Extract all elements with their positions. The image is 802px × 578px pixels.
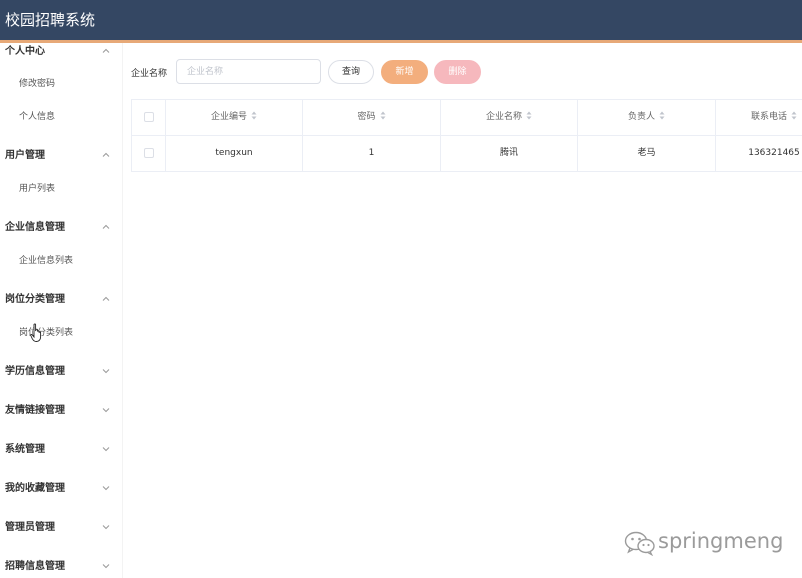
chevron-down-icon — [101, 556, 111, 569]
sidebar-item-company-list[interactable]: 企业信息列表 — [0, 250, 122, 270]
table-header-row: 企业编号 密码 企业名称 负责人 联系电话 — [132, 100, 802, 136]
sort-icon[interactable] — [791, 111, 797, 120]
wechat-icon — [624, 531, 655, 556]
sidebar-group-system-management[interactable]: 系统管理 — [0, 437, 122, 457]
cell-phone: 136321465 — [748, 148, 800, 158]
cell-password: 1 — [303, 136, 441, 172]
chevron-up-icon — [101, 43, 111, 53]
sidebar-group-user-management[interactable]: 用户管理 — [0, 143, 122, 163]
chevron-up-icon — [101, 217, 111, 229]
sidebar-group-label: 友情链接管理 — [5, 405, 65, 416]
cell-company-id: tengxun — [166, 136, 303, 172]
sidebar-group-friend-link-management[interactable]: 友情链接管理 — [0, 398, 122, 418]
sort-icon[interactable] — [380, 111, 386, 120]
column-header-company-id[interactable]: 企业编号 — [166, 100, 303, 136]
sidebar-group-education-management[interactable]: 学历信息管理 — [0, 359, 122, 379]
chevron-up-icon — [101, 145, 111, 157]
sidebar-group-label: 管理员管理 — [5, 522, 55, 533]
select-all-checkbox[interactable] — [143, 111, 154, 122]
sidebar: 个人中心 修改密码 个人信息 用户管理 用户列表 企业信息管理 企业信息列表 岗… — [0, 43, 123, 578]
company-name-label: 企业名称 — [131, 69, 168, 79]
sidebar-item-label: 用户列表 — [19, 184, 56, 194]
sidebar-item-label: 岗位分类列表 — [19, 328, 74, 338]
column-header-label: 联系电话 — [750, 112, 787, 122]
sidebar-item-label: 修改密码 — [19, 79, 56, 89]
sidebar-item-change-password[interactable]: 修改密码 — [0, 73, 122, 93]
sidebar-group-label: 我的收藏管理 — [5, 483, 65, 494]
column-header-label: 负责人 — [627, 112, 655, 122]
sidebar-group-label: 招聘信息管理 — [5, 561, 65, 572]
chevron-down-icon — [101, 361, 111, 374]
sidebar-item-personal-info[interactable]: 个人信息 — [0, 106, 122, 126]
app-title: 校园招聘系统 — [5, 11, 96, 29]
delete-button[interactable]: 删除 — [434, 60, 481, 84]
cell-contact-person: 老马 — [578, 136, 716, 172]
sidebar-group-label: 学历信息管理 — [5, 366, 65, 377]
sort-icon[interactable] — [251, 111, 257, 120]
sidebar-group-recruitment-management[interactable]: 招聘信息管理 — [0, 554, 122, 574]
company-name-input[interactable] — [176, 59, 321, 84]
sidebar-item-user-list[interactable]: 用户列表 — [0, 178, 122, 198]
add-button[interactable]: 新增 — [381, 60, 428, 84]
sidebar-group-label: 岗位分类管理 — [5, 294, 65, 305]
sidebar-group-label: 个人中心 — [5, 46, 45, 57]
watermark-text: springmeng — [658, 529, 784, 553]
column-header-password[interactable]: 密码 — [303, 100, 441, 136]
sidebar-group-admin-management[interactable]: 管理员管理 — [0, 515, 122, 535]
sidebar-group-label: 企业信息管理 — [5, 222, 65, 233]
chevron-up-icon — [101, 289, 111, 301]
sidebar-item-job-category-list[interactable]: 岗位分类列表 — [0, 322, 122, 342]
column-header-contact-person[interactable]: 负责人 — [578, 100, 716, 136]
top-bar: 校园招聘系统 — [0, 0, 802, 40]
chevron-down-icon — [101, 439, 111, 452]
row-checkbox[interactable] — [143, 147, 154, 158]
table-row[interactable]: tengxun 1 腾讯 老马 136321465 — [132, 136, 802, 172]
company-table: 企业编号 密码 企业名称 负责人 联系电话 tengxun 1 腾讯 老马 13… — [131, 99, 802, 172]
sidebar-item-label: 个人信息 — [19, 112, 56, 122]
row-checkbox-cell — [132, 136, 166, 172]
sidebar-group-company-management[interactable]: 企业信息管理 — [0, 215, 122, 235]
sidebar-item-label: 企业信息列表 — [19, 256, 74, 266]
chevron-down-icon — [101, 478, 111, 491]
chevron-down-icon — [101, 517, 111, 530]
header-checkbox-cell — [132, 100, 166, 136]
column-header-label: 企业名称 — [485, 112, 522, 122]
sidebar-group-label: 系统管理 — [5, 444, 45, 455]
sidebar-group-job-category-management[interactable]: 岗位分类管理 — [0, 287, 122, 307]
sort-icon[interactable] — [526, 111, 532, 120]
sidebar-group-personal-center[interactable]: 个人中心 — [0, 43, 122, 59]
chevron-down-icon — [101, 400, 111, 413]
column-header-label: 企业编号 — [210, 112, 247, 122]
column-header-label: 密码 — [357, 112, 376, 122]
sidebar-group-label: 用户管理 — [5, 150, 45, 161]
sidebar-group-favorites-management[interactable]: 我的收藏管理 — [0, 476, 122, 496]
column-header-company-name[interactable]: 企业名称 — [441, 100, 578, 136]
query-button[interactable]: 查询 — [328, 60, 374, 84]
column-header-phone[interactable]: 联系电话 — [716, 100, 802, 136]
sort-icon[interactable] — [659, 111, 665, 120]
hand-cursor-icon — [30, 323, 42, 342]
cell-company-name: 腾讯 — [441, 136, 578, 172]
